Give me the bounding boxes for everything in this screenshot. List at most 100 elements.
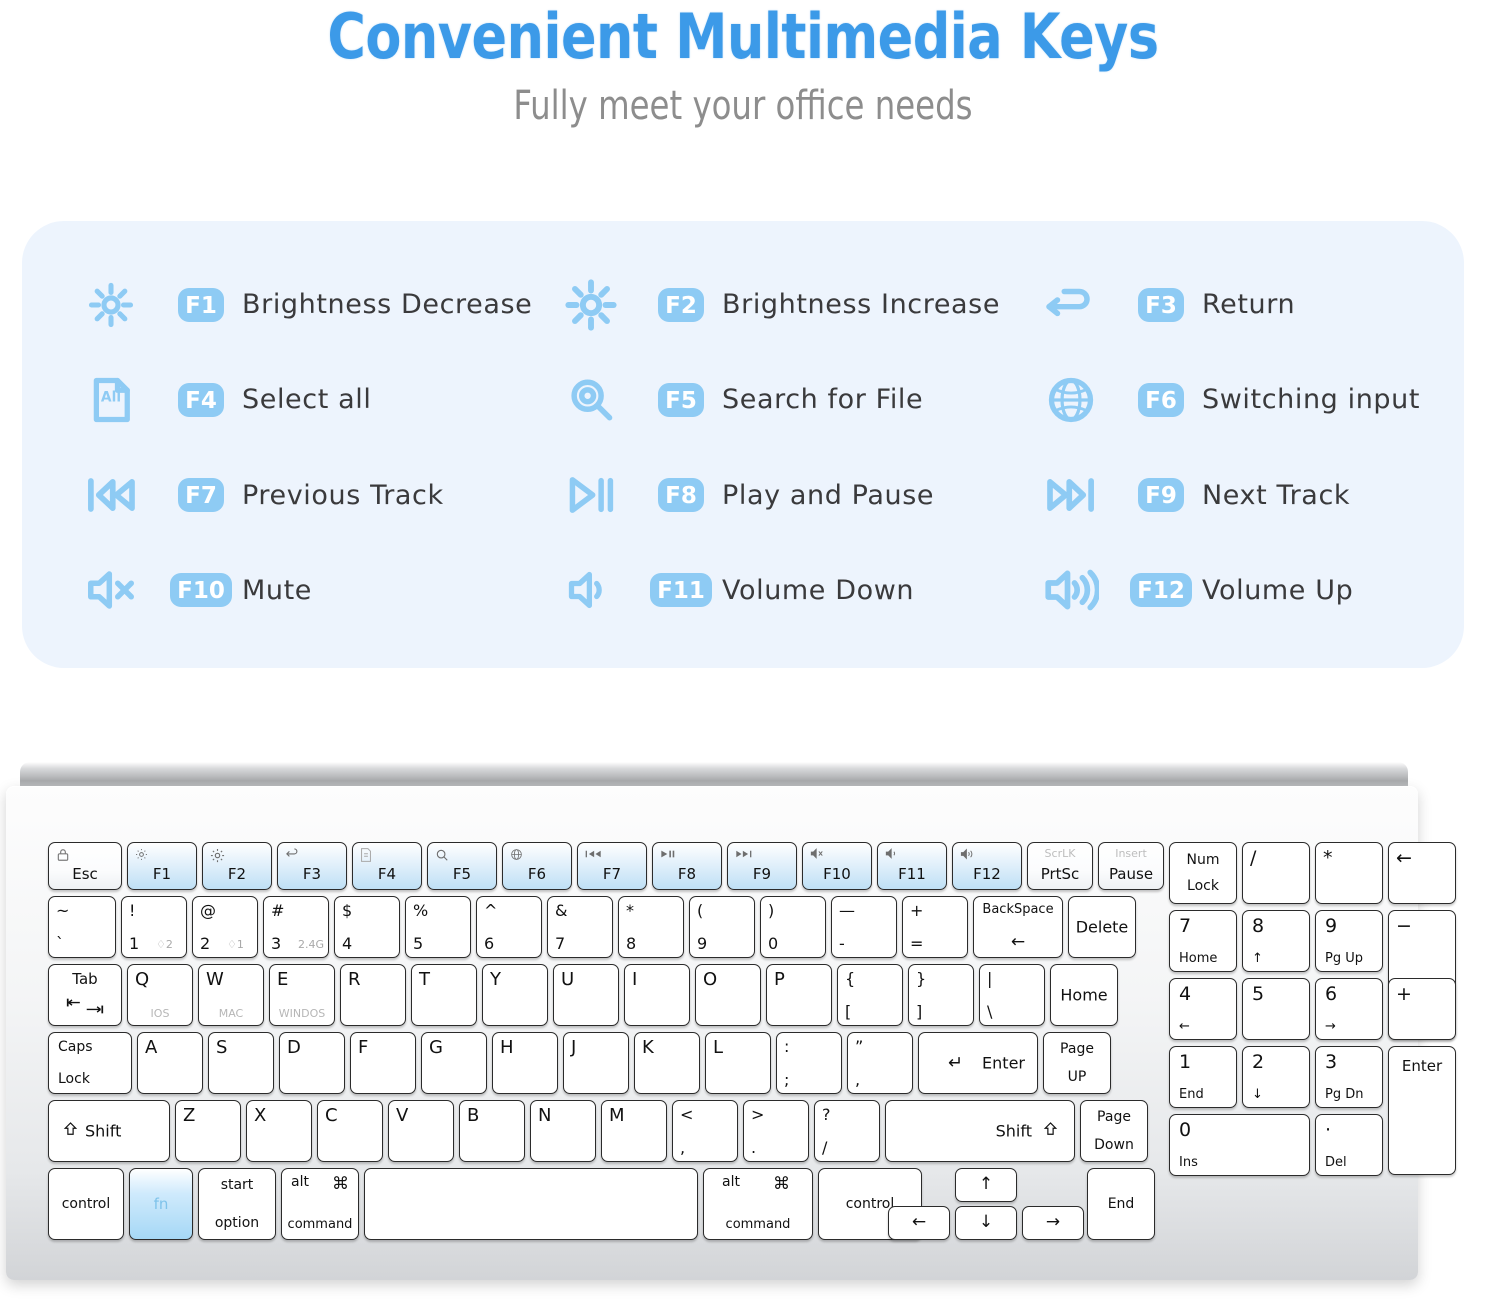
key-delete[interactable]: Delete bbox=[1068, 896, 1136, 958]
key-caps-lock[interactable]: Caps Lock bbox=[48, 1032, 132, 1094]
key-shift-right[interactable]: Shift bbox=[885, 1100, 1075, 1162]
key-f2[interactable]: F2 bbox=[202, 842, 272, 890]
key-space[interactable] bbox=[364, 1168, 698, 1240]
key-n[interactable]: N bbox=[530, 1100, 596, 1162]
key-alt-command-left[interactable]: alt ⌘ command bbox=[281, 1168, 359, 1240]
key-p[interactable]: P bbox=[766, 964, 832, 1026]
key-pause[interactable]: Insert Pause bbox=[1098, 842, 1164, 890]
key-num-2[interactable]: @2 ♢1 bbox=[192, 896, 258, 958]
key-f5[interactable]: F5 bbox=[427, 842, 497, 890]
key-fn[interactable]: fn bbox=[129, 1168, 193, 1240]
key-c[interactable]: C bbox=[317, 1100, 383, 1162]
key-d[interactable]: D bbox=[279, 1032, 345, 1094]
key-end[interactable]: End bbox=[1087, 1168, 1155, 1240]
key-h[interactable]: H bbox=[492, 1032, 558, 1094]
key-f10[interactable]: F10 bbox=[802, 842, 872, 890]
key-y[interactable]: Y bbox=[482, 964, 548, 1026]
key-b[interactable]: B bbox=[459, 1100, 525, 1162]
key-l[interactable]: L bbox=[705, 1032, 771, 1094]
key-f1[interactable]: F1 bbox=[127, 842, 197, 890]
key-punct-.[interactable]: >. bbox=[743, 1100, 809, 1162]
key-k[interactable]: K bbox=[634, 1032, 700, 1094]
key-num-4[interactable]: $4 bbox=[334, 896, 400, 958]
key-num-7[interactable]: & 7 bbox=[547, 896, 613, 958]
key-f11[interactable]: F11 bbox=[877, 842, 947, 890]
key-backspace[interactable]: BackSpace ← bbox=[973, 896, 1063, 958]
key-f6[interactable]: F6 bbox=[502, 842, 572, 890]
key-numpad-2[interactable]: 2 ↓ bbox=[1242, 1046, 1310, 1108]
key-g[interactable]: G bbox=[421, 1032, 487, 1094]
key-numpad-7[interactable]: 7 Home bbox=[1169, 910, 1237, 972]
key-home[interactable]: Home bbox=[1050, 964, 1118, 1026]
key-punct-,[interactable]: ”, bbox=[847, 1032, 913, 1094]
key-s[interactable]: S bbox=[208, 1032, 274, 1094]
key-numpad-9[interactable]: 9 Pg Up bbox=[1315, 910, 1383, 972]
key-bracket-\[interactable]: | \ bbox=[979, 964, 1045, 1026]
key-numpad-3[interactable]: 3 Pg Dn bbox=[1315, 1046, 1383, 1108]
key-i[interactable]: I bbox=[624, 964, 690, 1026]
key-numpad-4[interactable]: 4 ← bbox=[1169, 978, 1237, 1040]
key-num-0[interactable]: ) 0 bbox=[760, 896, 826, 958]
key-enter[interactable]: Enter ↵ bbox=[918, 1032, 1038, 1094]
key-num-=[interactable]: + = bbox=[902, 896, 968, 958]
key-f4[interactable]: F4 bbox=[352, 842, 422, 890]
key-alt-command-right[interactable]: alt ⌘ command bbox=[703, 1168, 813, 1240]
key-f3[interactable]: F3 bbox=[277, 842, 347, 890]
key-a[interactable]: A bbox=[137, 1032, 203, 1094]
key-punct-%2F[interactable]: ? / bbox=[814, 1100, 880, 1162]
key-numpad-r1-0[interactable]: Num Lock bbox=[1169, 842, 1237, 904]
key-num--[interactable]: — - bbox=[831, 896, 897, 958]
key-j[interactable]: J bbox=[563, 1032, 629, 1094]
key-punct-;[interactable]: :; bbox=[776, 1032, 842, 1094]
key-prtsc[interactable]: ScrLK PrtSc bbox=[1027, 842, 1093, 890]
key-f[interactable]: F bbox=[350, 1032, 416, 1094]
key-r[interactable]: R bbox=[340, 964, 406, 1026]
key-num-8[interactable]: * 8 bbox=[618, 896, 684, 958]
key-t[interactable]: T bbox=[411, 964, 477, 1026]
key-numpad-r1-2[interactable]: * bbox=[1315, 842, 1383, 904]
key-arrow-right[interactable]: → bbox=[1022, 1206, 1084, 1240]
key-numpad-6[interactable]: 6 → bbox=[1315, 978, 1383, 1040]
key-x[interactable]: X bbox=[246, 1100, 312, 1162]
key-f7[interactable]: F7 bbox=[577, 842, 647, 890]
key-arrow-left[interactable]: ← bbox=[888, 1206, 950, 1240]
key-numpad-r1-1[interactable]: / bbox=[1242, 842, 1310, 904]
key-f9[interactable]: F9 bbox=[727, 842, 797, 890]
key-e[interactable]: E WINDOS bbox=[269, 964, 335, 1026]
key-control-left[interactable]: control bbox=[48, 1168, 124, 1240]
key-u[interactable]: U bbox=[553, 964, 619, 1026]
key-v[interactable]: V bbox=[388, 1100, 454, 1162]
key-f8[interactable]: F8 bbox=[652, 842, 722, 890]
key-bracket-][interactable]: }] bbox=[908, 964, 974, 1026]
key-q[interactable]: Q IOS bbox=[127, 964, 193, 1026]
key-shift-left[interactable]: Shift bbox=[48, 1100, 170, 1162]
key-f12[interactable]: F12 bbox=[952, 842, 1022, 890]
key-numpad-r1-3[interactable]: ← bbox=[1388, 842, 1456, 904]
key-numpad-plus[interactable]: + bbox=[1388, 978, 1456, 1040]
key-page-down[interactable]: Page Down bbox=[1080, 1100, 1148, 1162]
key-o[interactable]: O bbox=[695, 964, 761, 1026]
key-num-9[interactable]: (9 bbox=[689, 896, 755, 958]
key-arrow-up[interactable]: ↑ bbox=[955, 1168, 1017, 1202]
key-page-up[interactable]: Page UP bbox=[1043, 1032, 1111, 1094]
key-num-3[interactable]: #3 2.4G bbox=[263, 896, 329, 958]
key-numpad-8[interactable]: 8 ↑ bbox=[1242, 910, 1310, 972]
key-num-`[interactable]: ~ ` bbox=[48, 896, 116, 958]
key-numpad-1[interactable]: 1 End bbox=[1169, 1046, 1237, 1108]
key-tab[interactable]: Tab bbox=[48, 964, 122, 1026]
key-m[interactable]: M bbox=[601, 1100, 667, 1162]
key-esc[interactable]: Esc bbox=[48, 842, 122, 890]
key-num-6[interactable]: ^ 6 bbox=[476, 896, 542, 958]
key-num-1[interactable]: ! 1 ♢2 bbox=[121, 896, 187, 958]
key-start-option[interactable]: start option bbox=[198, 1168, 276, 1240]
key-arrow-down[interactable]: ↓ bbox=[955, 1206, 1017, 1240]
key-numpad-del[interactable]: · Del bbox=[1315, 1114, 1383, 1176]
key-w[interactable]: W MAC bbox=[198, 964, 264, 1026]
key-numpad-0[interactable]: 0 Ins bbox=[1169, 1114, 1310, 1176]
key-numpad-enter[interactable]: Enter bbox=[1388, 1046, 1456, 1175]
key-numpad-5[interactable]: 5 bbox=[1242, 978, 1310, 1040]
key-punct-%2C[interactable]: <, bbox=[672, 1100, 738, 1162]
key-bracket-[[interactable]: {[ bbox=[837, 964, 903, 1026]
key-num-5[interactable]: % 5 bbox=[405, 896, 471, 958]
key-z[interactable]: Z bbox=[175, 1100, 241, 1162]
